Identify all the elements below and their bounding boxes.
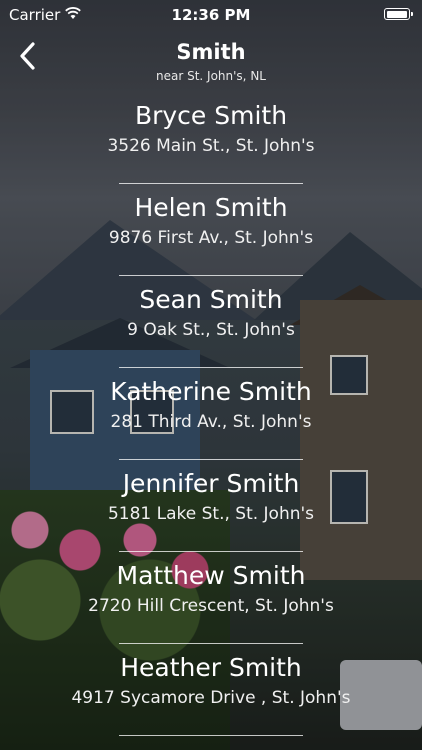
person-address: 5181 Lake St., St. John's [107,504,315,524]
person-name: Jennifer Smith [122,469,300,498]
navigation-bar: Smith near St. John's, NL [0,30,422,90]
person-name: Heather Smith [120,653,302,682]
battery-nub [411,12,413,16]
battery-icon [384,8,413,20]
person-name: Sean Smith [139,285,283,314]
page-subtitle: near St. John's, NL [156,69,266,83]
person-name: Helen Smith [134,193,288,222]
list-item[interactable]: Katherine Smith 281 Third Av., St. John'… [0,368,422,460]
list-item[interactable]: Heather Smith 4917 Sycamore Drive , St. … [0,644,422,736]
page-title: Smith [176,40,246,64]
person-address: 2720 Hill Crescent, St. John's [88,596,334,616]
person-address: 281 Third Av., St. John's [110,412,312,432]
divider [119,735,303,736]
person-address: 4917 Sycamore Drive , St. John's [71,688,351,708]
person-address: 3526 Main St., St. John's [107,136,315,156]
person-address: 9876 First Av., St. John's [108,228,314,248]
list-item[interactable]: Matthew Smith 2720 Hill Crescent, St. Jo… [0,552,422,644]
person-address: 9 Oak St., St. John's [127,320,295,340]
status-bar: Carrier 12:36 PM [0,0,422,30]
list-item[interactable]: Helen Smith 9876 First Av., St. John's [0,184,422,276]
person-name: Matthew Smith [116,561,306,590]
list-item[interactable]: Sean Smith 9 Oak St., St. John's [0,276,422,368]
results-list: Bryce Smith 3526 Main St., St. John's He… [0,92,422,736]
person-name: Katherine Smith [110,377,312,406]
person-name: Bryce Smith [134,101,288,130]
list-item[interactable]: Jennifer Smith 5181 Lake St., St. John's [0,460,422,552]
battery-fill [386,10,407,18]
clock: 12:36 PM [171,6,251,24]
list-item[interactable]: Bryce Smith 3526 Main St., St. John's [0,92,422,184]
